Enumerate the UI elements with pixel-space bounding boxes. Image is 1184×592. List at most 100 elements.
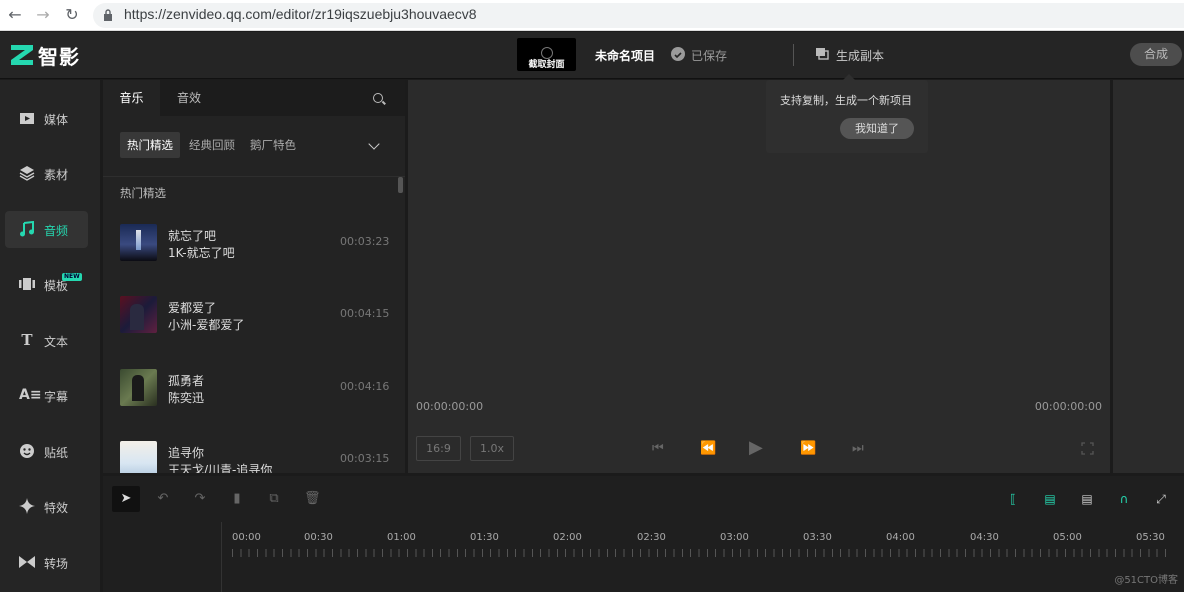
scrollbar[interactable] [398, 177, 403, 193]
song-artist: 小洲-爱都爱了 [168, 318, 245, 332]
tab-sound-effects[interactable]: 音效 [160, 80, 218, 116]
sidebar-item-effects[interactable]: 特效 [5, 488, 88, 525]
redo-icon[interactable]: ↷ [193, 492, 207, 506]
list-item[interactable]: 追寻你 王天戈/川青-追寻你 00:03:15 [103, 441, 405, 473]
track-header-divider [221, 522, 222, 592]
timeline-toolbar: ➤ ↶ ↷ ▮ ⧉ 🗑 ⟦ ▤ ▤ ∩ ⤢ [103, 476, 1184, 522]
cover-capture-button[interactable]: 截取封面 [517, 38, 576, 71]
app-header: 智影 截取封面 未命名项目 已保存 生成副本 合成 [0, 32, 1184, 79]
total-time: 00:00:00:00 [1034, 400, 1102, 413]
list-item[interactable]: 孤勇者 陈奕迅 00:04:16 [103, 369, 405, 425]
address-bar[interactable]: https://zenvideo.qq.com/editor/zr19iqszu… [93, 3, 1184, 28]
sidebar-item-sticker[interactable]: 贴纸 [5, 433, 88, 470]
duplicate-button[interactable]: 生成副本 [836, 47, 884, 64]
song-title: 孤勇者 [168, 374, 205, 388]
music-note-icon [20, 221, 34, 237]
song-duration: 00:04:16 [340, 380, 390, 393]
reload-icon[interactable]: ↻ [62, 5, 82, 25]
saved-status: 已保存 [691, 49, 728, 63]
music-panel: 音乐 音效 热门精选 经典回顾 鹅厂特色 热门精选 就忘了吧 1K-就忘了吧 0… [103, 80, 405, 473]
got-it-button[interactable]: 我知道了 [840, 118, 914, 139]
list-item[interactable]: 就忘了吧 1K-就忘了吧 00:03:23 [103, 224, 405, 280]
tick-label: 05:00 [1053, 532, 1082, 543]
tooltip-text: 支持复制，生成一个新项目 [780, 94, 912, 107]
header-divider [793, 44, 794, 66]
current-time: 00:00:00:00 [416, 400, 484, 413]
sidebar-item-transition[interactable]: 转场 [5, 544, 88, 581]
preview-panel: 00:00:00:00 00:00:00:00 16:9 1.0x ⏮ ⏪ ▶ … [408, 80, 1110, 473]
fast-forward-icon[interactable]: ⏩ [800, 442, 816, 455]
song-artist: 王天戈/川青-追寻你 [168, 463, 273, 473]
subtitle-icon: A≡ [19, 387, 42, 403]
chevron-down-icon[interactable] [368, 138, 380, 150]
magnet-icon[interactable]: ∩ [1116, 492, 1132, 506]
song-artist: 1K-就忘了吧 [168, 246, 235, 260]
aspect-ratio-button[interactable]: 16:9 [416, 436, 461, 461]
project-name[interactable]: 未命名项目 [595, 47, 655, 64]
sidebar-item-label: 媒体 [44, 113, 69, 127]
fit-timeline-icon[interactable]: ▤ [1042, 492, 1058, 506]
export-button[interactable]: 合成 [1130, 43, 1182, 66]
browser-bar: ← → ↻ https://zenvideo.qq.com/editor/zr1… [0, 0, 1184, 31]
play-icon[interactable]: ▶ [749, 439, 763, 457]
section-title: 热门精选 [120, 186, 166, 200]
arrow-right-icon[interactable]: → [33, 5, 53, 25]
tick-label: 02:30 [637, 532, 666, 543]
split-icon[interactable]: ▮ [230, 492, 244, 506]
album-cover [120, 369, 157, 406]
album-cover [120, 296, 157, 333]
duplicate-clip-icon[interactable]: ⧉ [267, 492, 281, 506]
sidebar-item-media[interactable]: 媒体 [5, 100, 88, 137]
song-title: 爱都爱了 [168, 301, 217, 315]
skip-start-icon[interactable]: ⏮ [652, 442, 664, 455]
sidebar-item-template[interactable]: 模板 NEW [5, 266, 88, 303]
tick-label: 05:30 [1136, 532, 1165, 543]
fullscreen-icon[interactable] [1081, 442, 1094, 455]
sidebar-item-audio[interactable]: 音频 [5, 211, 88, 248]
properties-panel [1113, 80, 1184, 473]
tick-label: 00:30 [304, 532, 333, 543]
url-text[interactable]: https://zenvideo.qq.com/editor/zr19iqszu… [124, 6, 477, 22]
cut-icon[interactable]: ▤ [1079, 492, 1095, 506]
search-icon[interactable] [373, 93, 383, 103]
layers-icon [19, 166, 35, 181]
transition-icon [19, 556, 35, 568]
album-cover [120, 224, 157, 261]
rewind-icon[interactable]: ⏪ [700, 442, 716, 455]
timeline-ruler[interactable] [232, 549, 1172, 557]
chip-tencent-special[interactable]: 鹅厂特色 [250, 132, 296, 158]
undo-icon[interactable]: ↶ [156, 492, 170, 506]
tick-label: 04:00 [886, 532, 915, 543]
sidebar-item-subtitle[interactable]: A≡ 字幕 [5, 377, 88, 414]
expand-icon[interactable]: ⤢ [1153, 492, 1169, 506]
chip-classics[interactable]: 经典回顾 [189, 132, 235, 158]
tab-music[interactable]: 音乐 [103, 80, 160, 116]
skip-end-icon[interactable]: ⏭ [852, 442, 864, 455]
copy-icon[interactable] [816, 48, 829, 60]
text-icon: T [21, 331, 33, 349]
snap-left-icon[interactable]: ⟦ [1005, 492, 1021, 506]
tick-label: 04:30 [970, 532, 999, 543]
tick-label: 01:00 [387, 532, 416, 543]
select-cursor-icon[interactable]: ➤ [112, 486, 140, 512]
song-title: 就忘了吧 [168, 229, 217, 243]
sparkle-icon [19, 498, 35, 514]
duplicate-tooltip: 支持复制，生成一个新项目 我知道了 [766, 74, 928, 153]
list-item[interactable]: 爱都爱了 小洲-爱都爱了 00:04:15 [103, 296, 405, 352]
new-badge: NEW [62, 273, 82, 281]
arrow-left-icon[interactable]: ← [5, 5, 25, 25]
chip-hot-picks[interactable]: 热门精选 [120, 132, 180, 158]
tick-label: 03:30 [803, 532, 832, 543]
speed-button[interactable]: 1.0x [470, 436, 514, 461]
logo-text: 智影 [38, 45, 80, 69]
delete-icon[interactable]: 🗑 [304, 492, 321, 506]
sidebar-item-assets[interactable]: 素材 [5, 155, 88, 192]
tick-label: 00:00 [232, 532, 261, 543]
logo-icon [11, 45, 33, 65]
watermark: @51CTO博客 [1114, 575, 1178, 586]
media-icon [20, 113, 34, 124]
timeline: ➤ ↶ ↷ ▮ ⧉ 🗑 ⟦ ▤ ▤ ∩ ⤢ 00:00 00:30 01:00 … [103, 476, 1184, 592]
sidebar-item-text[interactable]: T 文本 [5, 322, 88, 359]
template-icon [19, 278, 35, 290]
lock-icon [104, 9, 112, 21]
